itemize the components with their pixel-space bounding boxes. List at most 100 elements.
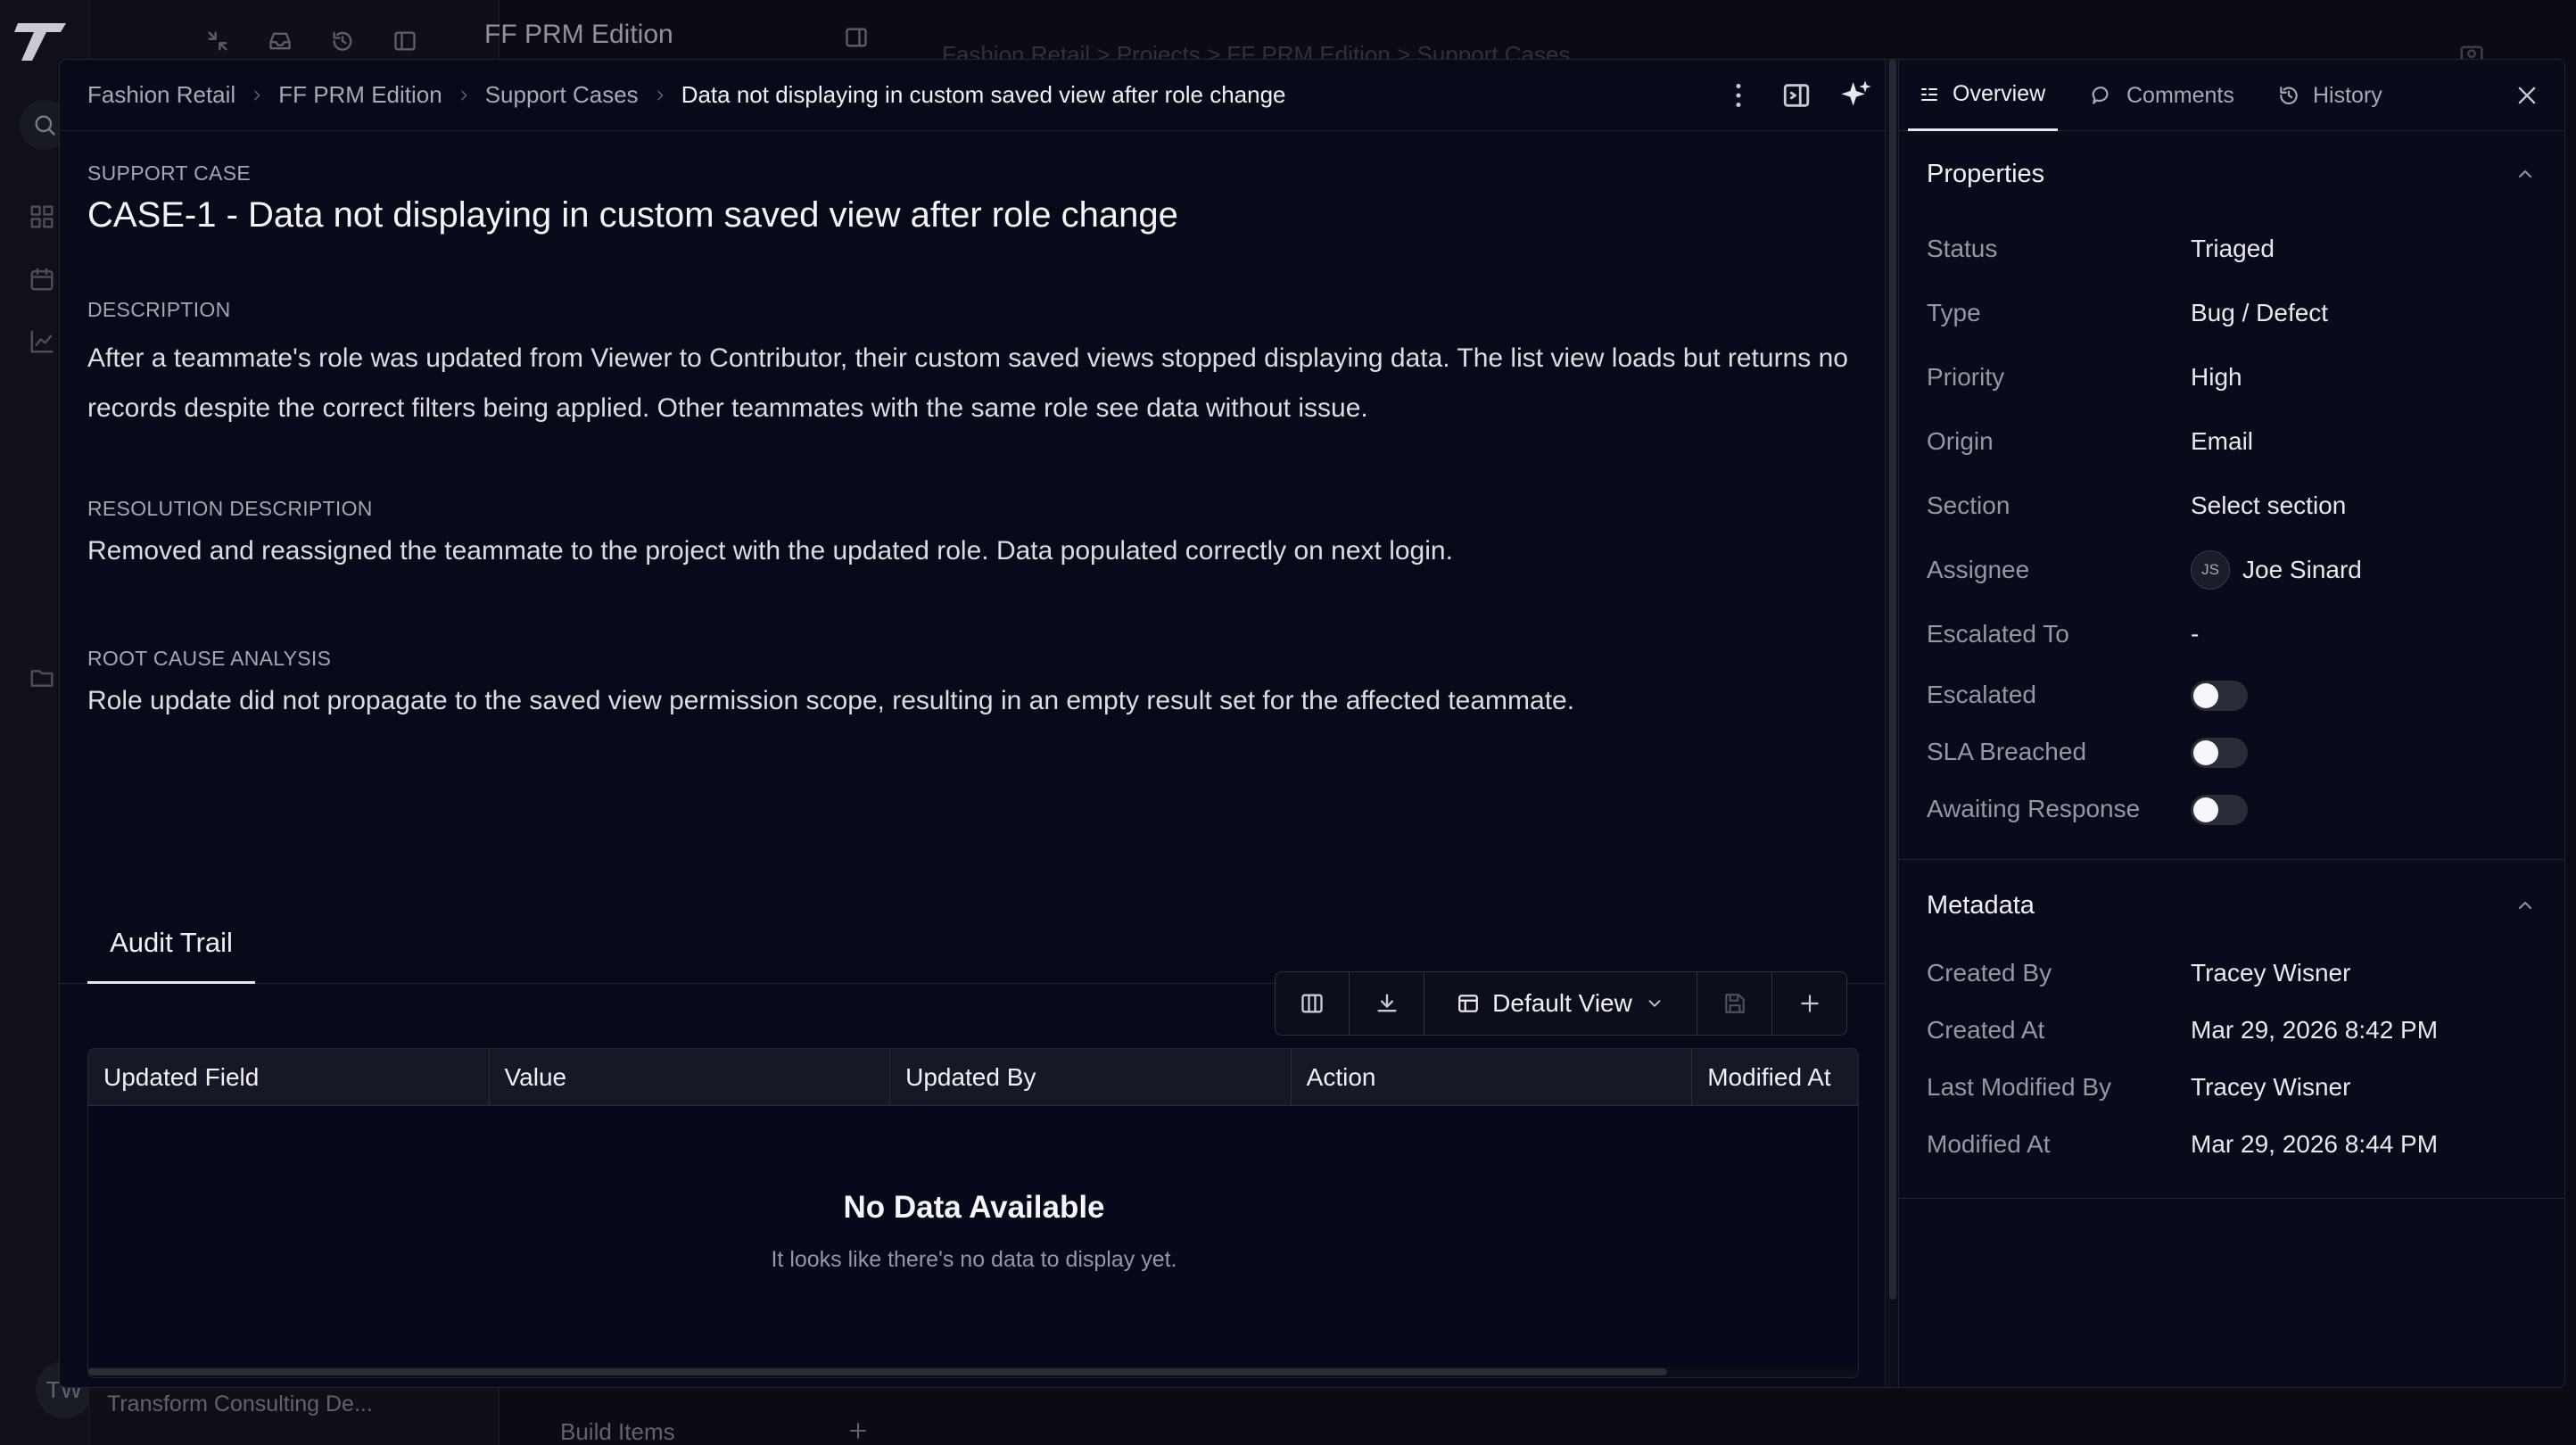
metadata-modified-at: Modified At Mar 29, 2026 8:44 PM [1899, 1130, 2564, 1166]
chart-icon[interactable] [29, 328, 55, 355]
toggle-knob [2193, 740, 2218, 765]
breadcrumb-item[interactable]: FF PRM Edition [278, 81, 442, 109]
view-select-label: Default View [1492, 989, 1632, 1017]
assignee-value[interactable]: JS Joe Sinard [2191, 550, 2362, 590]
scrollbar-thumb[interactable] [1889, 60, 1896, 1300]
origin-value[interactable]: Email [2191, 427, 2253, 456]
collapse-icon[interactable] [205, 29, 230, 54]
awaiting-response-toggle[interactable] [2191, 795, 2248, 825]
case-main: Fashion Retail FF PRM Edition Support Ca… [60, 60, 1885, 1387]
status-value[interactable]: Triaged [2191, 235, 2275, 263]
add-view-button[interactable] [1772, 971, 1847, 1036]
escalated-toggle[interactable] [2191, 681, 2248, 711]
divider [1899, 859, 2564, 860]
column-header[interactable]: Updated By [890, 1049, 1292, 1106]
property-assignee: Assignee JS Joe Sinard [1899, 550, 2564, 591]
vertical-scrollbar[interactable] [1885, 60, 1899, 1387]
resolution-text: Removed and reassigned the teammate to t… [87, 536, 1453, 566]
sla-breached-toggle[interactable] [2191, 738, 2248, 768]
columns-button[interactable] [1275, 971, 1350, 1036]
modal-topbar: Fashion Retail FF PRM Edition Support Ca… [60, 60, 1885, 131]
save-view-button[interactable] [1697, 971, 1772, 1036]
scrollbar-thumb[interactable] [88, 1368, 1667, 1375]
sidebar-icon[interactable] [392, 29, 417, 54]
column-header[interactable]: Action [1292, 1049, 1693, 1106]
panel-toggle-icon[interactable] [844, 25, 869, 50]
grid-icon[interactable] [29, 203, 55, 230]
tab-comments-label: Comments [2126, 82, 2234, 108]
chevron-up-icon[interactable] [2514, 163, 2536, 185]
property-section: Section Select section [1899, 491, 2564, 527]
toggle-panel-icon[interactable] [1781, 80, 1812, 111]
metadata-last-modified-by: Last Modified By Tracey Wisner [1899, 1073, 2564, 1109]
property-label: Escalated To [1927, 620, 2069, 648]
more-vertical-icon[interactable] [1722, 79, 1754, 111]
last-modified-by-value: Tracey Wisner [2191, 1073, 2351, 1101]
property-label: Assignee [1927, 556, 2030, 583]
build-items-label: Build Items [560, 1418, 675, 1445]
tab-overview[interactable]: Overview [1908, 60, 2059, 131]
section-select[interactable]: Select section [2191, 491, 2346, 520]
tab-history[interactable]: History [2277, 60, 2382, 131]
properties-section-header[interactable]: Properties [1899, 160, 2564, 195]
plus-icon[interactable] [847, 1420, 869, 1441]
table-header: Updated Field Value Updated By Action Mo… [88, 1049, 1858, 1106]
type-value[interactable]: Bug / Defect [2191, 299, 2328, 327]
audit-table: Updated Field Value Updated By Action Mo… [87, 1048, 1859, 1378]
resolution-label: RESOLUTION DESCRIPTION [87, 497, 373, 520]
property-label: SLA Breached [1927, 738, 2087, 765]
breadcrumb-current: Data not displaying in custom saved view… [681, 81, 1286, 108]
toggle-knob [2193, 797, 2218, 822]
property-label: Type [1927, 299, 1981, 326]
download-button[interactable] [1350, 971, 1424, 1036]
property-label: Created At [1927, 1016, 2045, 1044]
empty-state-title: No Data Available [843, 1190, 1105, 1225]
property-label: Modified At [1927, 1130, 2051, 1158]
root-cause-text: Role update did not propagate to the sav… [87, 686, 1575, 715]
priority-value[interactable]: High [2191, 363, 2242, 392]
escalated-to-value[interactable]: - [2191, 620, 2199, 648]
download-icon [1375, 991, 1399, 1016]
top-icons [205, 29, 417, 54]
tab-comments[interactable]: Comments [2091, 60, 2234, 131]
tab-history-label: History [2313, 82, 2382, 108]
property-label: Status [1927, 235, 1998, 262]
metadata-section-header[interactable]: Metadata [1899, 891, 2564, 927]
toggle-knob [2193, 683, 2218, 708]
app-logo-icon [14, 20, 70, 62]
list-icon [1919, 84, 1940, 105]
case-modal: Fashion Retail FF PRM Edition Support Ca… [59, 59, 2565, 1388]
history-icon[interactable] [330, 29, 355, 54]
calendar-icon[interactable] [29, 266, 55, 293]
property-label: Origin [1927, 427, 1994, 455]
sparkle-icon[interactable] [1838, 78, 1874, 113]
project-title: FF PRM Edition [484, 20, 673, 49]
column-header[interactable]: Updated Field [88, 1049, 490, 1106]
column-header[interactable]: Modified At [1692, 1049, 1858, 1106]
assignee-name: Joe Sinard [2242, 556, 2362, 583]
horizontal-scrollbar[interactable] [88, 1367, 1858, 1377]
description-text: After a teammate's role was updated from… [87, 343, 1848, 423]
table-toolbar: Default View [1275, 971, 1847, 1036]
metadata-created-by: Created By Tracey Wisner [1899, 959, 2564, 995]
inbox-icon[interactable] [268, 29, 293, 54]
save-icon [1723, 992, 1746, 1015]
divider [1899, 1198, 2564, 1199]
tab-overview-label: Overview [1953, 81, 2046, 106]
folder-icon[interactable] [29, 665, 55, 691]
property-status: Status Triaged [1899, 235, 2564, 270]
property-label: Section [1927, 491, 2010, 519]
column-header[interactable]: Value [490, 1049, 891, 1106]
user-org: Transform Consulting De... [107, 1391, 373, 1416]
breadcrumb-item[interactable]: Fashion Retail [87, 81, 235, 109]
metadata-title: Metadata [1927, 891, 2035, 920]
property-label: Awaiting Response [1927, 795, 2141, 822]
created-at-value: Mar 29, 2026 8:42 PM [2191, 1016, 2439, 1044]
tabs-strip: Audit Trail [60, 889, 1885, 984]
view-select[interactable]: Default View [1424, 971, 1697, 1036]
plus-icon [1798, 992, 1821, 1015]
tab-audit-trail[interactable]: Audit Trail [87, 927, 255, 984]
chevron-up-icon[interactable] [2514, 895, 2536, 916]
close-icon[interactable] [2514, 83, 2539, 108]
breadcrumb-item[interactable]: Support Cases [485, 81, 639, 109]
